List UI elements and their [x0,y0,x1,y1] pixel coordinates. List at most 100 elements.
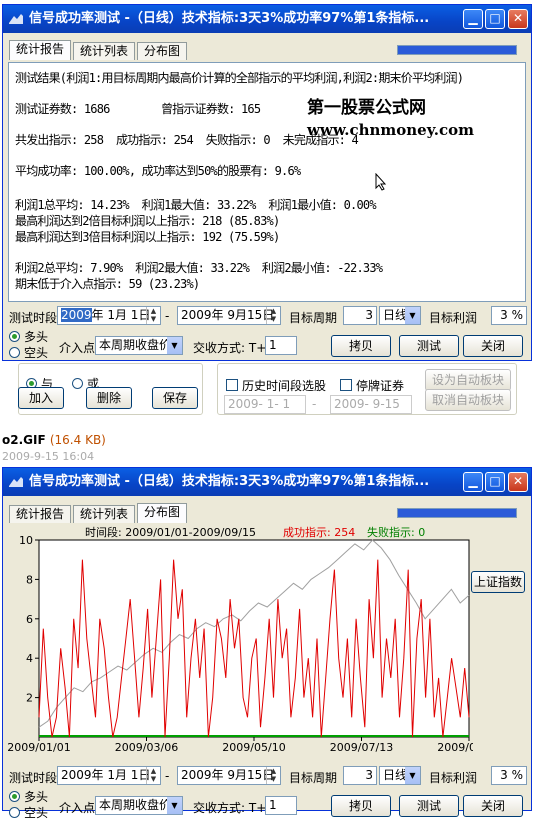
end-date-picker[interactable]: 2009年 9月15日 ▲ ▼ [177,306,281,325]
long-radio[interactable]: 多头 [9,328,48,345]
trade-input[interactable]: 1 [265,336,297,355]
add-button[interactable]: 加入 [18,387,64,409]
entry-label: 介入点 [59,801,96,815]
target-period-label: 目标周期 [289,311,338,325]
long-radio[interactable]: 多头 [9,788,48,805]
tab-distribution[interactable]: 分布图 [137,503,188,523]
long-label: 多头 [24,330,49,344]
short-label: 空头 [24,806,49,820]
close-window-button[interactable]: ✕ [508,9,528,29]
y-tick-label: 6 [26,613,33,626]
start-date-picker[interactable]: 2009年 1月 1日 ▲ ▼ [57,766,161,785]
suspended-label: 停牌证券 [356,379,405,393]
app-icon [9,14,23,24]
start-date-spinner[interactable]: ▲ ▼ [146,307,160,324]
report-panel: 测试结果(利润1:用目标周期内最高价计算的全部指示的平均利润,利润2:期末价平均… [8,62,526,302]
copy-button[interactable]: 拷贝 [331,335,391,357]
period-unit-select[interactable]: 日线 ▼ [379,306,421,325]
minimize-icon: ▁ [468,474,478,488]
signal-test-window-chart: 信号成功率测试 -（日线）技术指标:3天3%成功率97%第1条指标... ▁ □… [2,467,532,820]
short-radio[interactable]: 空头 [9,804,48,821]
y-tick-label: 2 [26,692,33,705]
maximize-button[interactable]: □ [485,472,505,492]
x-tick-label: 2009/03/06 [115,741,178,754]
target-period-input[interactable]: 3 [343,306,377,325]
short-label: 空头 [24,346,49,360]
end-date-spinner[interactable]: ▲ ▼ [266,767,280,784]
start-date-picker[interactable]: 2009年 1月 1日 ▲ ▼ [57,306,161,325]
long-label: 多头 [24,790,49,804]
entry-select[interactable]: 本周期收盘价 ▼ [95,796,183,815]
trade-input[interactable]: 1 [265,796,297,815]
y-tick-label: 4 [26,652,33,665]
end-date-spinner[interactable]: ▲ ▼ [266,307,280,324]
minimize-button[interactable]: ▁ [463,472,483,492]
report-line: 测试证券数: 1686 曾指示证券数: 165 [15,102,261,116]
history-check-box [226,379,238,391]
close-window-button[interactable]: ✕ [508,472,528,492]
x-tick-label: 2009/07/13 [330,741,393,754]
copy-button[interactable]: 拷贝 [331,795,391,817]
period-unit-select[interactable]: 日线 ▼ [379,766,421,785]
percent-sign: % [511,308,523,322]
target-profit-label: 目标利润 [429,771,478,785]
long-radio-dot [9,331,20,342]
tab-distribution[interactable]: 分布图 [137,42,188,60]
history-label: 历史时间段选股 [242,379,327,393]
maximize-icon: □ [489,11,501,25]
tab-report[interactable]: 统计报告 [9,505,72,523]
window1-title: 信号成功率测试 -（日线）技术指标:3天3%成功率97%第1条指标... [29,11,430,26]
index-button[interactable]: 上证指数 [471,571,525,593]
history-end-date[interactable]: 2009- 9-15 [330,395,412,414]
mouse-cursor-icon [375,173,387,191]
close-button[interactable]: 关闭 [463,335,523,357]
target-profit-value: 3 [500,768,508,782]
x-tick-label: 2009/05/10 [222,741,285,754]
background-app: 与 或 加入 删除 保存 历史时间段选股 停牌证券 设为自动板块 取消自动板块 … [0,355,553,475]
entry-value: 本周期收盘价 [99,338,172,352]
y-tick-label: 10 [19,536,33,547]
target-period-label: 目标周期 [289,771,338,785]
target-profit-input[interactable]: 3 % [491,766,527,785]
short-radio-dot [9,347,20,358]
set-auto-sector-button[interactable]: 设为自动板块 [425,369,511,391]
entry-select[interactable]: 本周期收盘价 ▼ [95,336,183,355]
short-radio[interactable]: 空头 [9,344,48,361]
entry-value: 本周期收盘价 [99,798,172,812]
or-radio-dot [72,378,83,389]
window2-titlebar[interactable]: 信号成功率测试 -（日线）技术指标:3天3%成功率97%第1条指标... [3,468,531,496]
history-start-date[interactable]: 2009- 1- 1 [224,395,306,414]
target-profit-input[interactable]: 3 % [491,306,527,325]
test-button[interactable]: 测试 [399,335,459,357]
start-date-spinner[interactable]: ▲ ▼ [146,767,160,784]
chevron-down-icon: ▼ [167,797,182,814]
report-line: 最高利润达到3倍目标利润以上指示: 192 (75.59%) [15,230,280,244]
target-profit-value: 3 [500,308,508,322]
window2-title: 信号成功率测试 -（日线）技术指标:3天3%成功率97%第1条指标... [29,474,430,489]
delete-button[interactable]: 删除 [86,387,132,409]
tab-list[interactable]: 统计列表 [73,505,136,523]
cancel-auto-sector-button[interactable]: 取消自动板块 [425,389,511,411]
suspended-checkbox[interactable]: 停牌证券 [340,377,404,394]
test-button[interactable]: 测试 [399,795,459,817]
history-checkbox[interactable]: 历史时间段选股 [226,377,326,394]
tab-list[interactable]: 统计列表 [73,42,136,60]
report-line: 期末低于介入点指示: 59 (23.23%) [15,277,200,291]
save-button[interactable]: 保存 [152,387,198,409]
suspended-check-box [340,379,352,391]
tab-report[interactable]: 统计报告 [9,40,72,60]
file-date: 2009-9-15 16:04 [2,450,95,463]
period-unit-value: 日线 [383,768,408,782]
window1-titlebar[interactable]: 信号成功率测试 -（日线）技术指标:3天3%成功率97%第1条指标... [3,5,531,33]
signal-test-window-report: 信号成功率测试 -（日线）技术指标:3天3%成功率97%第1条指标... ▁ □… [2,4,532,361]
end-date-picker[interactable]: 2009年 9月15日 ▲ ▼ [177,766,281,785]
file-name-text: o2.GIF [2,433,46,447]
file-size: (16.4 KB) [49,433,106,447]
maximize-button[interactable]: □ [485,9,505,29]
percent-sign: % [511,768,523,782]
end-date-value: 2009年 9月15日 [181,768,275,782]
close-button[interactable]: 关闭 [463,795,523,817]
start-date-year: 2009 [61,308,92,322]
target-period-input[interactable]: 3 [343,766,377,785]
minimize-button[interactable]: ▁ [463,9,483,29]
